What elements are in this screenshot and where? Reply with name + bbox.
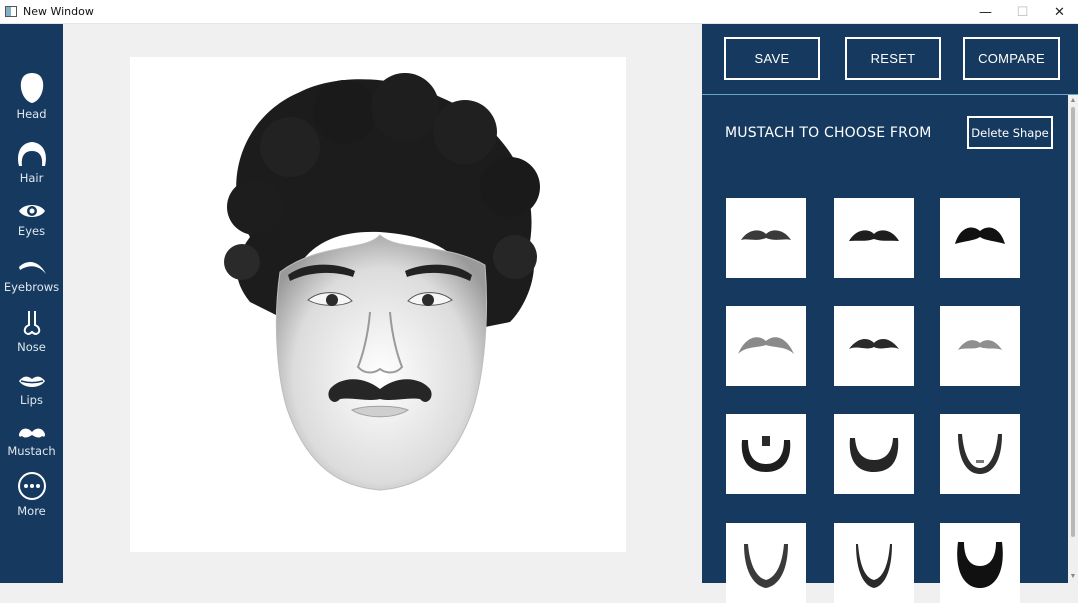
delete-shape-button[interactable]: Delete Shape: [967, 116, 1053, 149]
hair-icon: [17, 142, 46, 166]
title-bar: New Window — ☐ ✕: [0, 0, 1078, 24]
mustache-icon: [849, 339, 899, 349]
sidebar-item-more[interactable]: More: [0, 471, 63, 518]
sidebar-item-label: Nose: [17, 340, 46, 354]
options-panel: SAVE RESET COMPARE MUSTACH TO CHOOSE FRO…: [702, 24, 1078, 603]
sidebar-item-label: Head: [16, 107, 47, 121]
sidebar-item-label: Eyes: [17, 224, 46, 238]
beard-icon: [744, 544, 788, 588]
more-icon: [17, 472, 46, 500]
sidebar-item-nose[interactable]: Nose: [0, 309, 63, 354]
shape-tile-mustache-4[interactable]: [726, 306, 806, 386]
minimize-button[interactable]: —: [967, 0, 1004, 24]
scroll-down-icon[interactable]: ▼: [1069, 573, 1077, 581]
reset-button[interactable]: RESET: [845, 37, 941, 80]
shape-tile-mustache-2[interactable]: [834, 198, 914, 278]
feature-sidebar: Head Hair Eyes Eyebrows Nose Lips Mustac…: [0, 24, 63, 583]
mustache-icon: [738, 337, 794, 354]
face-composition[interactable]: [130, 57, 626, 552]
sidebar-item-hair[interactable]: Hair: [0, 140, 63, 185]
shape-tile-mustache-1[interactable]: [726, 198, 806, 278]
window-controls: — ☐ ✕: [967, 0, 1078, 24]
beard-icon: [958, 434, 1002, 474]
sidebar-item-label: More: [17, 504, 46, 518]
close-button[interactable]: ✕: [1041, 0, 1078, 24]
shape-tile-beard-2[interactable]: [834, 414, 914, 494]
sidebar-item-label: Hair: [19, 171, 44, 185]
head-icon: [20, 73, 43, 103]
sidebar-item-label: Mustach: [7, 444, 56, 458]
mustache-icon: [955, 227, 1005, 244]
beard-icon: [741, 436, 791, 472]
face-canvas[interactable]: [130, 57, 626, 552]
panel-scrollbar[interactable]: ▲ ▼: [1068, 95, 1078, 583]
sidebar-item-label: Lips: [20, 393, 43, 407]
toolbar: SAVE RESET COMPARE: [702, 24, 1078, 95]
sidebar-item-mustach[interactable]: Mustach: [0, 427, 63, 458]
compare-button[interactable]: COMPARE: [963, 37, 1060, 80]
sidebar-item-lips[interactable]: Lips: [0, 374, 63, 407]
sidebar-item-eyebrows[interactable]: Eyebrows: [0, 257, 63, 294]
canvas-area: [63, 24, 702, 583]
mustache-icon: [958, 340, 1002, 350]
shape-tile-mustache-6[interactable]: [940, 306, 1020, 386]
beard-icon: [849, 438, 899, 472]
save-button[interactable]: SAVE: [724, 37, 820, 80]
section-title: MUSTACH TO CHOOSE FROM: [725, 125, 932, 141]
mustache-icon: [741, 230, 791, 240]
shape-tile-beard-1[interactable]: [726, 414, 806, 494]
shape-tile-beard-5[interactable]: [834, 523, 914, 603]
beard-icon: [856, 544, 892, 588]
window-title: New Window: [23, 5, 94, 18]
sidebar-item-label: Eyebrows: [3, 280, 60, 294]
lips-icon: [18, 376, 45, 387]
shape-tile-mustache-3[interactable]: [940, 198, 1020, 278]
nose-icon: [23, 311, 40, 336]
beard-icon: [957, 542, 1003, 588]
eye-icon: [18, 205, 45, 217]
scroll-up-icon[interactable]: ▲: [1069, 97, 1077, 105]
sidebar-item-head[interactable]: Head: [0, 72, 63, 121]
shape-tile-beard-6[interactable]: [940, 523, 1020, 603]
sidebar-item-eyes[interactable]: Eyes: [0, 201, 63, 238]
mustache-icon: [849, 230, 899, 241]
shape-tile-mustache-5[interactable]: [834, 306, 914, 386]
scroll-thumb[interactable]: [1071, 107, 1075, 537]
app-icon: [5, 6, 17, 17]
shape-tile-beard-3[interactable]: [940, 414, 1020, 494]
maximize-button[interactable]: ☐: [1004, 0, 1041, 24]
mustache-icon: [18, 428, 45, 438]
eyebrow-icon: [18, 261, 46, 274]
shape-tile-beard-4[interactable]: [726, 523, 806, 603]
